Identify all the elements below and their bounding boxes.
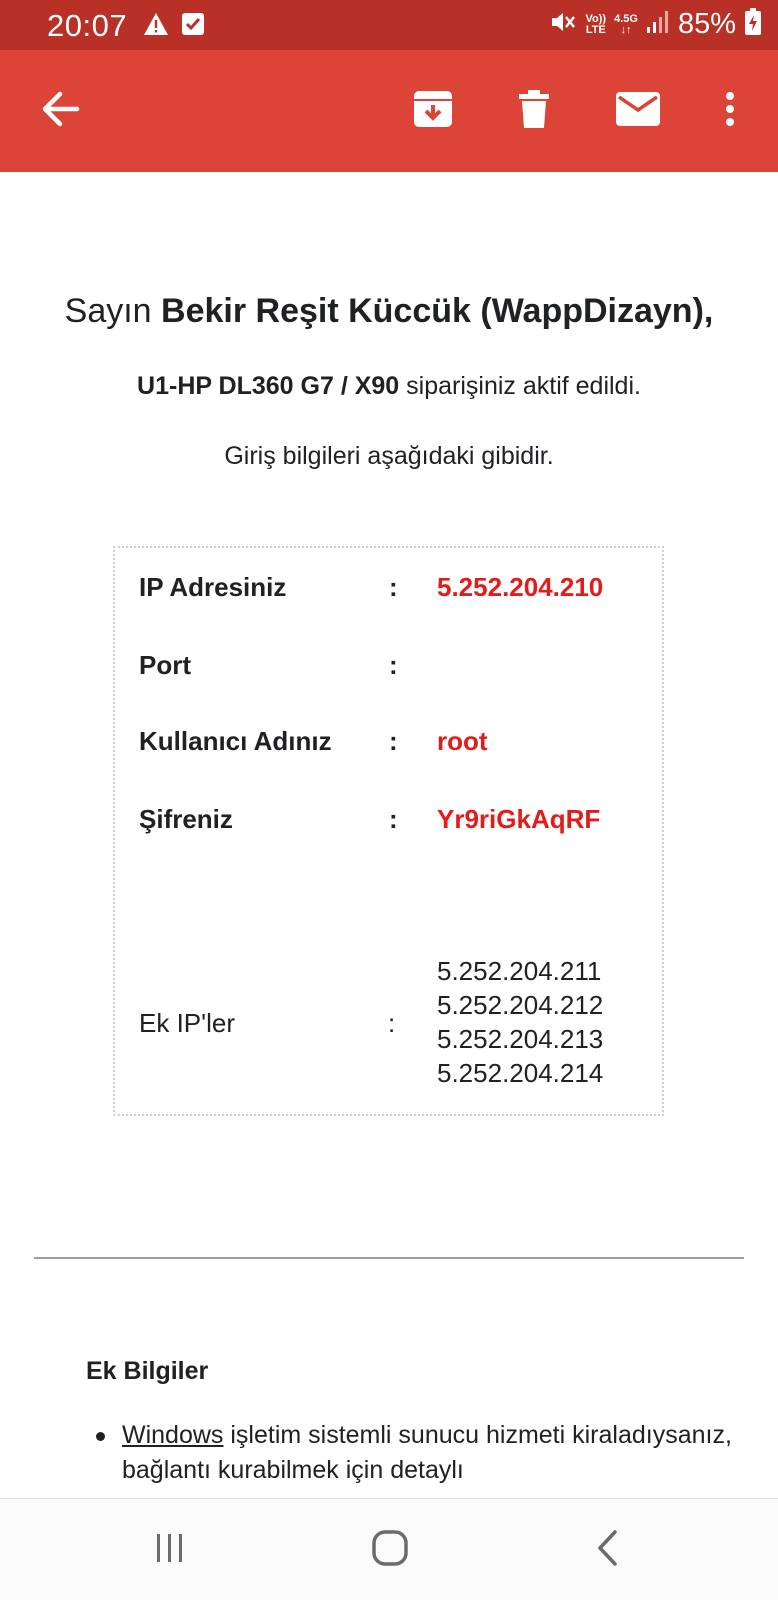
lte-label: LTE: [585, 23, 606, 36]
extra-ip[interactable]: 5.252.204.212: [437, 988, 603, 1022]
chevron-left-icon: [595, 1529, 621, 1572]
ip-colon: :: [389, 572, 398, 602]
nav-back-button[interactable]: [578, 1499, 638, 1600]
extra-ips-colon: :: [388, 1008, 396, 1038]
order-status-line: U1-HP DL360 G7 / X90 siparişiniz aktif e…: [0, 372, 778, 401]
extra-ip[interactable]: 5.252.204.211: [437, 954, 603, 988]
email-body[interactable]: Sayın Bekir Reşit Küccük (WappDizayn), U…: [0, 172, 778, 1498]
more-vertical-icon: [725, 91, 735, 132]
ip-row: IP Adresiniz : 5.252.204.210: [139, 572, 659, 612]
customer-name: Bekir Reşit Küccük (WappDizayn),: [161, 292, 714, 330]
delete-icon: [517, 89, 551, 134]
archive-button[interactable]: [405, 50, 461, 172]
windows-link[interactable]: Windows: [122, 1421, 223, 1449]
password-row: Şifreniz : Yr9riGkAqRF: [139, 804, 659, 844]
mark-unread-button[interactable]: [610, 50, 666, 172]
battery-percent: 85%: [677, 8, 736, 40]
back-button[interactable]: [30, 50, 90, 172]
network-type-label: 4.5G: [614, 12, 638, 25]
checkbox-notification-icon: [181, 12, 205, 41]
battery-charging-icon: [744, 8, 762, 41]
username-colon: :: [389, 726, 398, 756]
order-product: U1-HP DL360 G7 / X90: [137, 372, 400, 400]
extra-info-title: Ek Bilgiler: [86, 1357, 209, 1385]
extra-ip[interactable]: 5.252.204.213: [437, 1022, 603, 1056]
data-arrows-icon: ↓↑: [620, 23, 632, 36]
recents-button[interactable]: [140, 1499, 200, 1600]
list-item-text: Windows işletim sistemli sunucu hizmeti …: [86, 1418, 746, 1488]
extra-ips-list: 5.252.204.211 5.252.204.212 5.252.204.21…: [437, 954, 603, 1090]
home-button[interactable]: [360, 1499, 420, 1600]
delete-button[interactable]: [506, 50, 562, 172]
status-notification-icons: [143, 12, 205, 41]
username-label: Kullanıcı Adınız: [139, 726, 332, 756]
network-type-indicator: 4.5G ↓↑: [614, 12, 638, 36]
port-row: Port :: [139, 650, 659, 690]
section-divider: [34, 1257, 744, 1259]
login-info-text: Giriş bilgileri aşağıdaki gibidir.: [224, 442, 554, 470]
more-options-button[interactable]: [710, 50, 750, 172]
greeting-prefix: Sayın: [64, 292, 162, 330]
recents-icon: [153, 1531, 187, 1570]
status-bar: 20:07 Vo)) LTE 4.5G ↓↑ 85%: [0, 0, 778, 50]
greeting: Sayın Bekir Reşit Küccük (WappDizayn),: [0, 292, 778, 331]
status-system-icons: Vo)) LTE 4.5G ↓↑ 85%: [550, 8, 762, 41]
extra-ip[interactable]: 5.252.204.214: [437, 1056, 603, 1090]
home-icon: [371, 1529, 409, 1572]
list-item: Windows işletim sistemli sunucu hizmeti …: [86, 1418, 746, 1488]
app-bar: [0, 50, 778, 172]
password-value[interactable]: Yr9riGkAqRF: [437, 804, 600, 835]
system-nav-bar: [0, 1498, 778, 1600]
username-row: Kullanıcı Adınız : root: [139, 726, 659, 766]
mute-icon: [550, 9, 578, 40]
password-label: Şifreniz: [139, 804, 233, 834]
ip-label: IP Adresiniz: [139, 572, 287, 602]
port-label: Port: [139, 650, 191, 680]
volte-label: Vo)): [585, 12, 607, 25]
status-time: 20:07: [47, 8, 128, 43]
bullet-icon: [96, 1432, 105, 1441]
warning-icon: [143, 12, 169, 41]
mail-icon: [615, 91, 661, 132]
port-colon: :: [389, 650, 398, 680]
extra-ips-label: Ek IP'ler: [139, 1008, 235, 1038]
back-arrow-icon: [40, 91, 80, 132]
archive-icon: [412, 89, 454, 134]
ip-value[interactable]: 5.252.204.210: [437, 572, 603, 603]
volte-indicator: Vo)) LTE: [585, 12, 607, 36]
signal-icon: [646, 9, 670, 40]
extra-info-list: Windows işletim sistemli sunucu hizmeti …: [86, 1418, 746, 1488]
username-value[interactable]: root: [437, 726, 488, 757]
credentials-table: IP Adresiniz : 5.252.204.210 Port : Kull…: [113, 546, 664, 1116]
order-status-text: siparişiniz aktif edildi.: [399, 372, 641, 400]
password-colon: :: [389, 804, 398, 834]
